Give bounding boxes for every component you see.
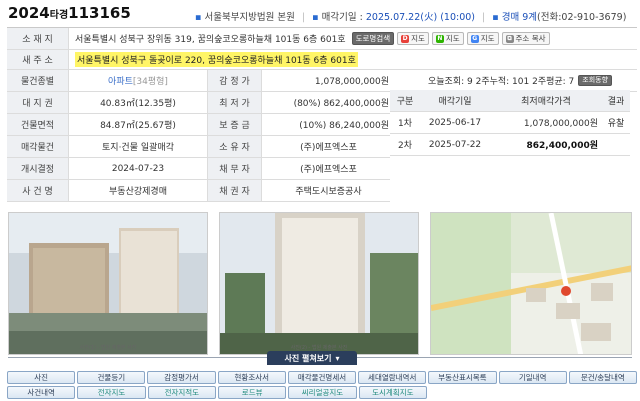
- owner-value: (주)에프엑스포: [300, 143, 357, 153]
- land-value: 40.83㎡(12.35평): [100, 99, 176, 109]
- court-name: 서울북부지방법원 본원: [204, 12, 295, 23]
- new-address-text: 서울특별시 성북구 돌곶이로 220, 꿈의숲코오롱하늘채 101동 6층 60…: [75, 52, 358, 67]
- address-buttons: 도로명검색 D 지도 N 지도 G 지도 ⧉ 주소 복사: [351, 32, 550, 45]
- nav-e-cadastral[interactable]: 전자지적도: [147, 386, 216, 399]
- nav-building-registry[interactable]: 건물등기: [77, 371, 146, 384]
- nav-documents[interactable]: 문건/송달내역: [568, 371, 637, 384]
- sale-object-value: 토지·건물 일괄매각: [102, 143, 174, 153]
- nav-roadview[interactable]: 로드뷰: [217, 386, 287, 399]
- bullet-icon: ▪: [492, 12, 499, 23]
- deposit-label: 보 증 금: [207, 114, 262, 135]
- photo-expand-button[interactable]: 사진 펼쳐보기 ▾: [267, 351, 357, 365]
- building-label: 건물면적: [7, 114, 69, 135]
- nav-schedule[interactable]: 기일내역: [498, 371, 567, 384]
- land-row: 대 지 권 40.83㎡(12.35평) 최 저 가 (80%) 862,400…: [7, 92, 390, 114]
- new-address-label: 새 주 소: [7, 50, 69, 69]
- address-label: 소 재 지: [7, 28, 69, 49]
- document-nav-row-1: 사진 건물등기 감정평가서 현황조사서 매각물건명세서 세대열람내역서 부동산표…: [7, 371, 637, 384]
- table-row: 1차 2025-06-17 1,078,000,000원 유찰: [390, 112, 630, 134]
- type-extra: [34평형]: [132, 77, 168, 87]
- building-value: 84.87㎡(25.67평): [100, 121, 176, 131]
- case-number: 2024타경113165: [8, 4, 131, 22]
- map-provider-icon: D: [401, 34, 410, 43]
- property-photo-1[interactable]: 사진(1) - 법원 제출본 사진: [8, 212, 208, 355]
- start-label: 개시결정: [7, 158, 69, 179]
- type-value[interactable]: 아파트: [108, 74, 133, 87]
- bullet-icon: ▪: [312, 12, 319, 23]
- location-map[interactable]: [430, 212, 632, 355]
- map-button-1[interactable]: D 지도: [397, 32, 429, 45]
- copy-address-button[interactable]: ⧉ 주소 복사: [501, 32, 550, 45]
- sale-object-row: 매각물건 토지·건물 일괄매각 소 유 자 (주)에프엑스포: [7, 136, 390, 158]
- building-row: 건물면적 84.87㎡(25.67평) 보 증 금 (10%) 86,240,0…: [7, 114, 390, 136]
- nav-land-price[interactable]: 씨리얼공지도: [288, 386, 357, 399]
- property-photo-2[interactable]: 사진(2) - 법원 제출본 사진: [219, 212, 419, 355]
- map-provider-icon: G: [470, 34, 479, 43]
- view-trend-button[interactable]: 조회동향: [578, 75, 613, 86]
- map-image: [431, 213, 631, 354]
- case-name-row: 사 건 명 부동산강제경매 채 권 자 주택도시보증공사: [7, 180, 390, 202]
- nav-appraisal[interactable]: 감정평가서: [147, 371, 216, 384]
- view-stats: 오늘조회: 9 2주누적: 101 2주평균: 7 조회동향: [402, 70, 637, 91]
- nav-urban-plan[interactable]: 도시계획지도: [358, 386, 427, 399]
- start-row: 개시결정 2024-07-23 채 무 자 (주)에프엑스포: [7, 158, 390, 180]
- case-name-label: 사 건 명: [7, 180, 69, 201]
- owner-label: 소 유 자: [207, 136, 262, 157]
- case-info: ▪ 서울북부지방법원 본원 | ▪ 매각기일 : 2025.07.22(火) (…: [195, 12, 627, 23]
- nav-case-history[interactable]: 사건내역: [7, 386, 76, 399]
- appraisal-label: 감 정 가: [207, 70, 262, 91]
- document-nav-row-2: 사건내역 전자지도 전자지적도 로드뷰 씨리얼공지도 도시계획지도: [7, 386, 427, 399]
- address-row: 소 재 지 서울특별시 성북구 장위동 319, 꿈의숲코오롱하늘채 101동 …: [7, 28, 637, 50]
- building-photo-image: [220, 213, 418, 354]
- case-header: 2024타경113165 ▪ 서울북부지방법원 본원 | ▪ 매각기일 : 20…: [0, 0, 640, 28]
- auction-dept: 경매 9계: [501, 12, 538, 23]
- start-value: 2024-07-23: [111, 163, 165, 174]
- debtor-label: 채 무 자: [207, 158, 262, 179]
- nav-property-list[interactable]: 부동산표시목록: [428, 371, 497, 384]
- rounds-header: 구분 매각기일 최저매각가격 결과: [390, 90, 630, 112]
- copy-icon: ⧉: [505, 34, 514, 43]
- table-row: 2차 2025-07-22 862,400,000원: [390, 134, 630, 156]
- creditor-value: 주택도시보증공사: [295, 187, 362, 197]
- appraisal-value: 1,078,000,000원: [314, 77, 389, 87]
- nav-status-report[interactable]: 현황조사서: [217, 371, 286, 384]
- road-name-search-button[interactable]: 도로명검색: [351, 32, 395, 45]
- nav-sale-statement[interactable]: 매각물건명세서: [287, 371, 357, 384]
- photo-expand-bar: 사진 펼쳐보기 ▾: [0, 351, 640, 365]
- bullet-icon: ▪: [195, 12, 202, 23]
- property-info-table: 소 재 지 서울특별시 성북구 장위동 319, 꿈의숲코오롱하늘채 101동 …: [7, 27, 637, 202]
- type-label: 물건종별: [7, 70, 69, 91]
- chevron-down-icon: ▾: [335, 353, 340, 363]
- sale-object-label: 매각물건: [7, 136, 69, 157]
- land-label: 대 지 권: [7, 92, 69, 113]
- min-price-value: (80%) 862,400,000원: [293, 99, 389, 109]
- court-phone: (전화:02-910-3679): [537, 12, 627, 23]
- creditor-label: 채 권 자: [207, 180, 262, 201]
- nav-photos[interactable]: 사진: [7, 371, 76, 384]
- min-price-label: 최 저 가: [207, 92, 262, 113]
- debtor-value: (주)에프엑스포: [300, 165, 357, 175]
- nav-household-list[interactable]: 세대열람내역서: [358, 371, 427, 384]
- map-provider-icon: N: [435, 34, 444, 43]
- address-text: 서울특별시 성북구 장위동 319, 꿈의숲코오롱하늘채 101동 6층 601…: [75, 35, 346, 45]
- deposit-value: (10%) 86,240,000원: [299, 121, 389, 131]
- new-address-row: 새 주 소 서울특별시 성북구 돌곶이로 220, 꿈의숲코오롱하늘채 101동…: [7, 50, 637, 70]
- nav-e-map[interactable]: 전자지도: [77, 386, 146, 399]
- map-button-3[interactable]: G 지도: [466, 32, 499, 45]
- map-button-2[interactable]: N 지도: [431, 32, 464, 45]
- case-name-value: 부동산강제경매: [109, 187, 167, 197]
- sale-date: 2025.07.22(火) (10:00): [365, 12, 475, 23]
- type-row: 물건종별 아파트 [34평형] 감 정 가 1,078,000,000원 오늘조회…: [7, 70, 637, 92]
- building-photo-image: [9, 213, 207, 354]
